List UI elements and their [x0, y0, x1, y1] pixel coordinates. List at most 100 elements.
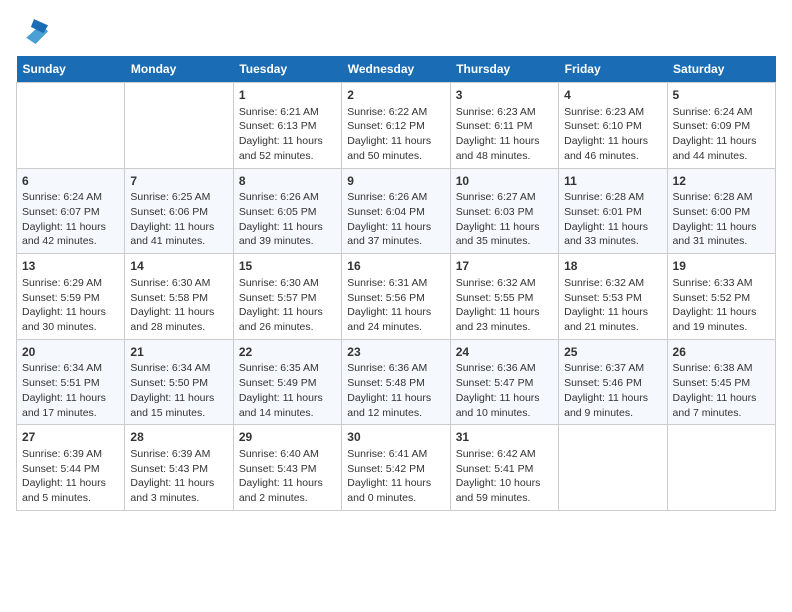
sunrise-text: Sunrise: 6:24 AM [22, 190, 119, 205]
calendar-cell: 18Sunrise: 6:32 AMSunset: 5:53 PMDayligh… [559, 254, 667, 340]
header [16, 16, 776, 44]
calendar-cell: 4Sunrise: 6:23 AMSunset: 6:10 PMDaylight… [559, 83, 667, 169]
daylight-text: Daylight: 11 hours and 33 minutes. [564, 220, 661, 249]
col-header-thursday: Thursday [450, 56, 558, 83]
calendar-cell: 30Sunrise: 6:41 AMSunset: 5:42 PMDayligh… [342, 425, 450, 511]
logo [16, 16, 48, 44]
sunrise-text: Sunrise: 6:27 AM [456, 190, 553, 205]
sunset-text: Sunset: 5:42 PM [347, 462, 444, 477]
sunset-text: Sunset: 5:59 PM [22, 291, 119, 306]
daylight-text: Daylight: 11 hours and 50 minutes. [347, 134, 444, 163]
day-number: 12 [673, 173, 770, 190]
sunset-text: Sunset: 6:09 PM [673, 119, 770, 134]
sunset-text: Sunset: 6:11 PM [456, 119, 553, 134]
calendar-cell: 16Sunrise: 6:31 AMSunset: 5:56 PMDayligh… [342, 254, 450, 340]
daylight-text: Daylight: 11 hours and 35 minutes. [456, 220, 553, 249]
sunset-text: Sunset: 5:58 PM [130, 291, 227, 306]
calendar-cell: 29Sunrise: 6:40 AMSunset: 5:43 PMDayligh… [233, 425, 341, 511]
calendar-cell: 2Sunrise: 6:22 AMSunset: 6:12 PMDaylight… [342, 83, 450, 169]
sunset-text: Sunset: 6:06 PM [130, 205, 227, 220]
sunrise-text: Sunrise: 6:23 AM [564, 105, 661, 120]
sunrise-text: Sunrise: 6:25 AM [130, 190, 227, 205]
daylight-text: Daylight: 11 hours and 28 minutes. [130, 305, 227, 334]
calendar-table: SundayMondayTuesdayWednesdayThursdayFrid… [16, 56, 776, 511]
daylight-text: Daylight: 11 hours and 15 minutes. [130, 391, 227, 420]
calendar-cell: 9Sunrise: 6:26 AMSunset: 6:04 PMDaylight… [342, 168, 450, 254]
week-row-5: 27Sunrise: 6:39 AMSunset: 5:44 PMDayligh… [17, 425, 776, 511]
sunrise-text: Sunrise: 6:39 AM [22, 447, 119, 462]
daylight-text: Daylight: 11 hours and 21 minutes. [564, 305, 661, 334]
day-number: 5 [673, 87, 770, 104]
day-number: 30 [347, 429, 444, 446]
sunset-text: Sunset: 5:43 PM [239, 462, 336, 477]
calendar-cell: 27Sunrise: 6:39 AMSunset: 5:44 PMDayligh… [17, 425, 125, 511]
calendar-cell [559, 425, 667, 511]
daylight-text: Daylight: 11 hours and 7 minutes. [673, 391, 770, 420]
calendar-cell: 19Sunrise: 6:33 AMSunset: 5:52 PMDayligh… [667, 254, 775, 340]
calendar-cell: 22Sunrise: 6:35 AMSunset: 5:49 PMDayligh… [233, 339, 341, 425]
sunrise-text: Sunrise: 6:36 AM [347, 361, 444, 376]
sunrise-text: Sunrise: 6:29 AM [22, 276, 119, 291]
sunrise-text: Sunrise: 6:35 AM [239, 361, 336, 376]
day-number: 22 [239, 344, 336, 361]
sunrise-text: Sunrise: 6:26 AM [239, 190, 336, 205]
day-number: 21 [130, 344, 227, 361]
sunrise-text: Sunrise: 6:28 AM [673, 190, 770, 205]
sunrise-text: Sunrise: 6:42 AM [456, 447, 553, 462]
col-header-monday: Monday [125, 56, 233, 83]
col-header-friday: Friday [559, 56, 667, 83]
calendar-cell: 25Sunrise: 6:37 AMSunset: 5:46 PMDayligh… [559, 339, 667, 425]
day-number: 27 [22, 429, 119, 446]
sunrise-text: Sunrise: 6:38 AM [673, 361, 770, 376]
day-number: 28 [130, 429, 227, 446]
sunset-text: Sunset: 6:12 PM [347, 119, 444, 134]
calendar-cell: 31Sunrise: 6:42 AMSunset: 5:41 PMDayligh… [450, 425, 558, 511]
day-number: 6 [22, 173, 119, 190]
sunset-text: Sunset: 5:53 PM [564, 291, 661, 306]
calendar-cell: 11Sunrise: 6:28 AMSunset: 6:01 PMDayligh… [559, 168, 667, 254]
daylight-text: Daylight: 11 hours and 42 minutes. [22, 220, 119, 249]
sunset-text: Sunset: 5:46 PM [564, 376, 661, 391]
day-number: 1 [239, 87, 336, 104]
daylight-text: Daylight: 11 hours and 39 minutes. [239, 220, 336, 249]
header-row: SundayMondayTuesdayWednesdayThursdayFrid… [17, 56, 776, 83]
calendar-cell: 5Sunrise: 6:24 AMSunset: 6:09 PMDaylight… [667, 83, 775, 169]
calendar-cell: 7Sunrise: 6:25 AMSunset: 6:06 PMDaylight… [125, 168, 233, 254]
week-row-2: 6Sunrise: 6:24 AMSunset: 6:07 PMDaylight… [17, 168, 776, 254]
sunset-text: Sunset: 5:52 PM [673, 291, 770, 306]
calendar-cell [125, 83, 233, 169]
daylight-text: Daylight: 11 hours and 3 minutes. [130, 476, 227, 505]
col-header-wednesday: Wednesday [342, 56, 450, 83]
daylight-text: Daylight: 11 hours and 10 minutes. [456, 391, 553, 420]
day-number: 13 [22, 258, 119, 275]
day-number: 18 [564, 258, 661, 275]
day-number: 16 [347, 258, 444, 275]
daylight-text: Daylight: 11 hours and 0 minutes. [347, 476, 444, 505]
sunrise-text: Sunrise: 6:26 AM [347, 190, 444, 205]
daylight-text: Daylight: 11 hours and 19 minutes. [673, 305, 770, 334]
calendar-cell: 21Sunrise: 6:34 AMSunset: 5:50 PMDayligh… [125, 339, 233, 425]
calendar-cell [667, 425, 775, 511]
sunset-text: Sunset: 5:47 PM [456, 376, 553, 391]
sunset-text: Sunset: 5:45 PM [673, 376, 770, 391]
sunset-text: Sunset: 6:03 PM [456, 205, 553, 220]
col-header-tuesday: Tuesday [233, 56, 341, 83]
daylight-text: Daylight: 11 hours and 31 minutes. [673, 220, 770, 249]
daylight-text: Daylight: 11 hours and 5 minutes. [22, 476, 119, 505]
sunset-text: Sunset: 5:56 PM [347, 291, 444, 306]
daylight-text: Daylight: 11 hours and 37 minutes. [347, 220, 444, 249]
sunset-text: Sunset: 5:57 PM [239, 291, 336, 306]
sunset-text: Sunset: 6:05 PM [239, 205, 336, 220]
sunrise-text: Sunrise: 6:28 AM [564, 190, 661, 205]
daylight-text: Daylight: 11 hours and 52 minutes. [239, 134, 336, 163]
daylight-text: Daylight: 11 hours and 41 minutes. [130, 220, 227, 249]
daylight-text: Daylight: 11 hours and 26 minutes. [239, 305, 336, 334]
col-header-saturday: Saturday [667, 56, 775, 83]
day-number: 14 [130, 258, 227, 275]
day-number: 19 [673, 258, 770, 275]
day-number: 26 [673, 344, 770, 361]
sunrise-text: Sunrise: 6:34 AM [130, 361, 227, 376]
sunrise-text: Sunrise: 6:22 AM [347, 105, 444, 120]
calendar-cell: 10Sunrise: 6:27 AMSunset: 6:03 PMDayligh… [450, 168, 558, 254]
daylight-text: Daylight: 11 hours and 14 minutes. [239, 391, 336, 420]
